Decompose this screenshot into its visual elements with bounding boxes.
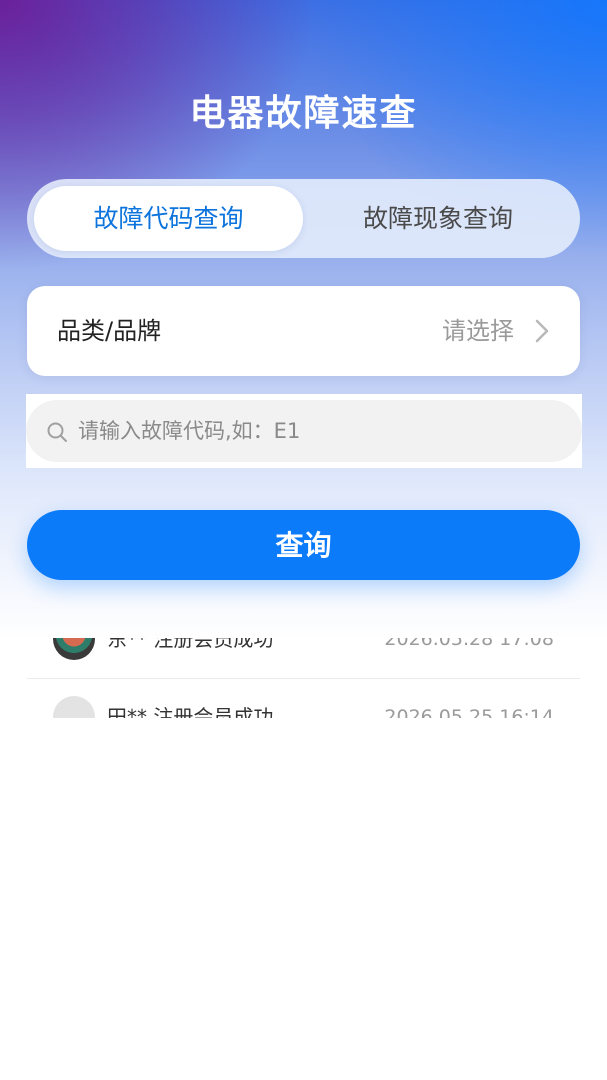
avatar xyxy=(53,696,95,718)
search-section xyxy=(26,394,582,468)
page-title: 电器故障速查 xyxy=(189,93,418,134)
fault-code-search-input[interactable] xyxy=(78,400,558,462)
search-box xyxy=(26,400,582,462)
query-mode-tabs: 故障代码查询 故障现象查询 xyxy=(27,179,580,258)
query-button[interactable]: 查询 xyxy=(27,510,580,580)
ticker-row: 田** 注册会员成功 2026.05.25 16:14 xyxy=(27,678,580,718)
category-brand-value: 请选择 xyxy=(442,317,514,345)
ticker-time: 2026.05.28 17:08 xyxy=(384,638,554,650)
avatar xyxy=(53,638,95,660)
tab-fault-symptom[interactable]: 故障现象查询 xyxy=(303,186,573,251)
ticker-message: 东** 注册会员成功 xyxy=(107,638,274,651)
ticker-message: 田** 注册会员成功 xyxy=(107,705,274,718)
chevron-right-icon xyxy=(535,319,549,343)
category-brand-label: 品类/品牌 xyxy=(57,317,162,345)
ticker-row: 东** 注册会员成功 2026.05.28 17:08 xyxy=(27,638,580,679)
tab-fault-code[interactable]: 故障代码查询 xyxy=(34,186,303,251)
ticker-time: 2026.05.25 16:14 xyxy=(384,706,554,718)
category-brand-selector[interactable]: 品类/品牌 请选择 xyxy=(27,286,580,376)
member-registration-ticker: 东** 注册会员成功 2026.05.28 17:08 田** 注册会员成功 2… xyxy=(27,638,580,718)
search-icon xyxy=(47,422,67,442)
